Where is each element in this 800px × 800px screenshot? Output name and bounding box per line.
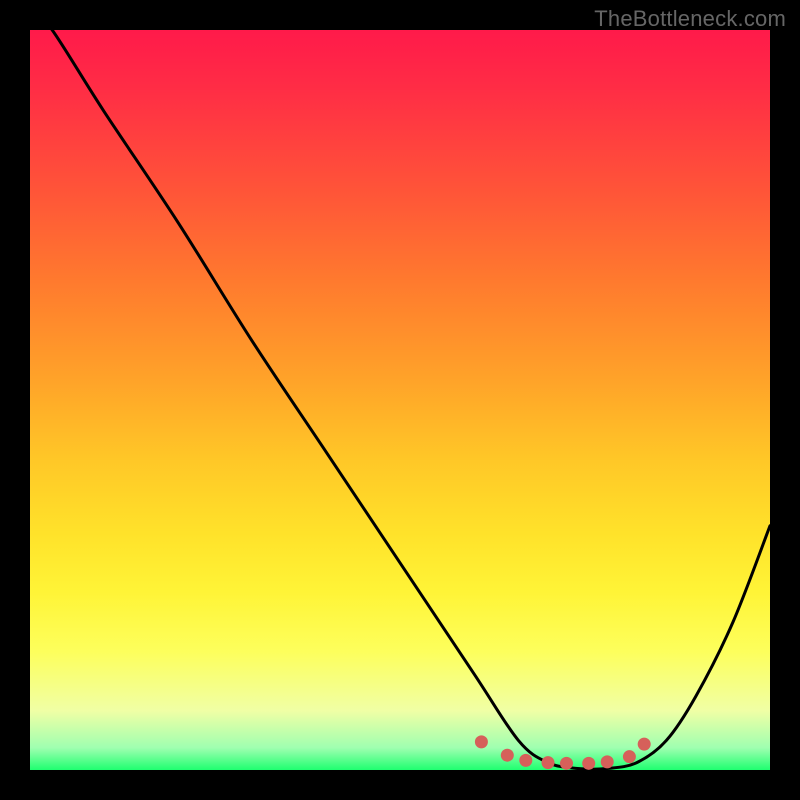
- highlight-markers: [475, 735, 651, 769]
- marker-dot: [475, 735, 488, 748]
- marker-dot: [623, 750, 636, 763]
- marker-dot: [638, 738, 651, 751]
- marker-dot: [601, 755, 614, 768]
- marker-dot: [560, 757, 573, 770]
- plot-area: [30, 30, 770, 770]
- chart-svg: [30, 30, 770, 770]
- marker-dot: [542, 756, 555, 769]
- marker-dot: [519, 754, 532, 767]
- chart-frame: TheBottleneck.com: [0, 0, 800, 800]
- curve-line: [30, 8, 770, 769]
- attribution-text: TheBottleneck.com: [594, 6, 786, 32]
- marker-dot: [582, 757, 595, 770]
- marker-dot: [501, 749, 514, 762]
